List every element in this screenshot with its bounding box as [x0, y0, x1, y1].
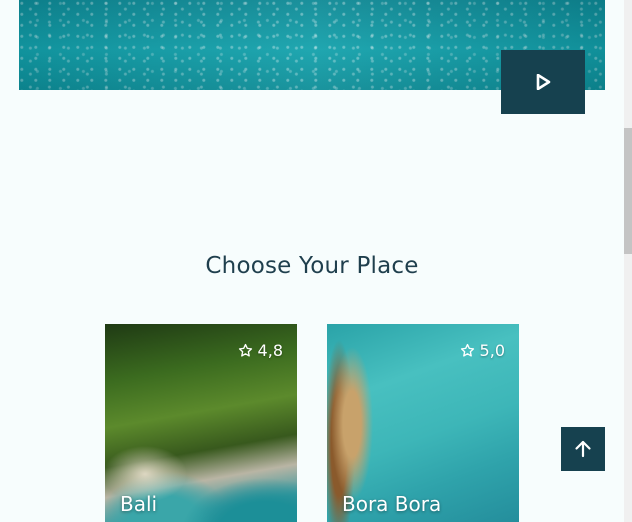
place-name: Bora Bora [342, 492, 442, 516]
star-icon [238, 343, 252, 357]
place-card-bora-bora[interactable]: 5,0 Bora Bora [327, 324, 519, 522]
back-to-top-button[interactable] [561, 427, 605, 471]
place-name: Bali [120, 492, 158, 516]
play-icon [536, 74, 551, 90]
arrow-up-icon [575, 440, 591, 458]
rating-value: 4,8 [257, 341, 283, 360]
rating-badge: 5,0 [460, 341, 505, 360]
place-card-bali[interactable]: 4,8 Bali [105, 324, 297, 522]
star-icon [460, 343, 474, 357]
page: Choose Your Place 4,8 Bali 5,0 Bora Bora [0, 0, 632, 522]
rating-badge: 4,8 [238, 341, 283, 360]
rating-value: 5,0 [479, 341, 505, 360]
scrollbar-track[interactable] [624, 0, 632, 522]
play-video-button[interactable] [501, 50, 585, 114]
section-title: Choose Your Place [205, 253, 419, 279]
scrollbar-thumb[interactable] [624, 128, 632, 254]
